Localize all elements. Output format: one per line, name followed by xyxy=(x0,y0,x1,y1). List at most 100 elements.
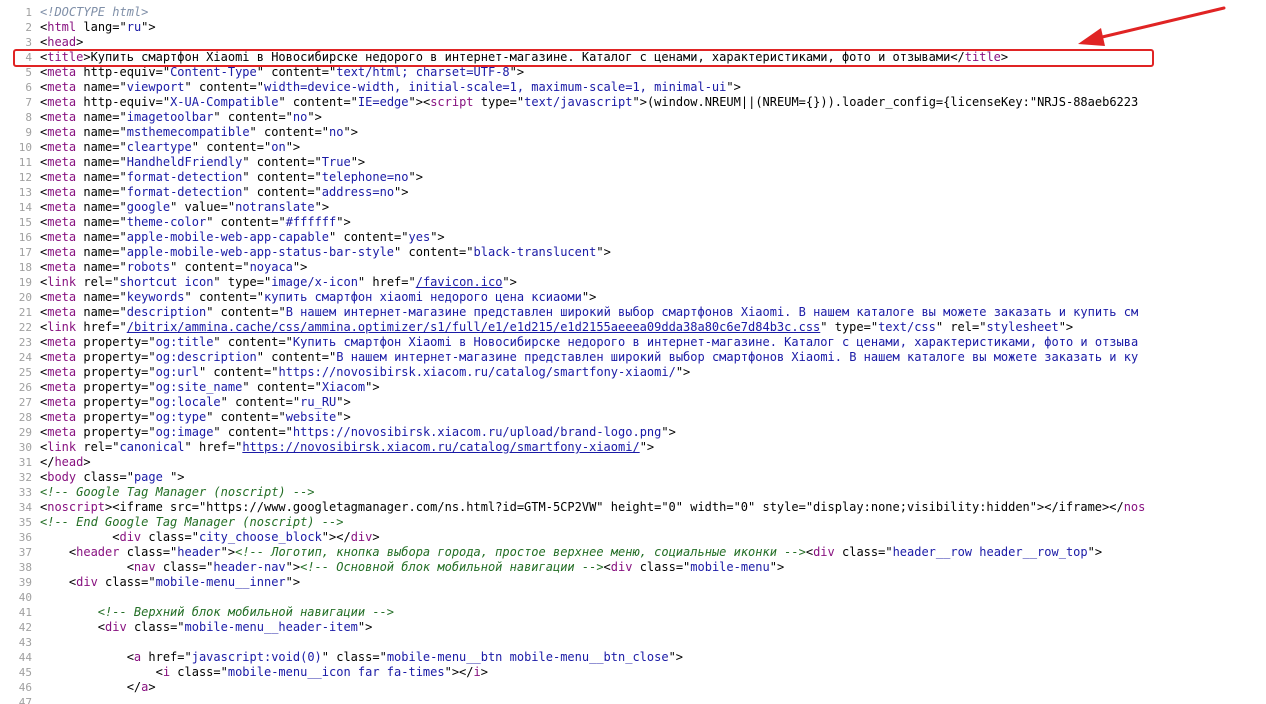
code-token: meta xyxy=(47,425,77,439)
code-line: 41 <!-- Верхний блок мобильной навигации… xyxy=(0,605,1266,620)
code-token: " content=" xyxy=(213,110,293,124)
code-content: <meta http-equiv="X-UA-Compatible" conte… xyxy=(40,95,1138,109)
code-token: noscript xyxy=(47,500,106,514)
code-line: 36 <div class="city_choose_block"></div> xyxy=(0,530,1266,545)
code-line: 8 <meta name="imagetoolbar" content="no"> xyxy=(0,110,1266,125)
code-token[interactable]: https://novosibirsk.xiacom.ru/catalog/sm… xyxy=(242,440,639,454)
code-token: < xyxy=(40,665,163,679)
code-line: 37 <header class="header"><!-- Логотип, … xyxy=(0,545,1266,560)
code-line: 21 <meta name="description" content="В на… xyxy=(0,305,1266,320)
line-number: 3 xyxy=(25,36,32,49)
code-token: meta xyxy=(47,185,77,199)
code-token: apple-mobile-web-app-capable xyxy=(126,230,330,244)
code-token: name=" xyxy=(76,140,127,154)
code-token[interactable]: /favicon.ico xyxy=(416,275,503,289)
code-line: 11 <meta name="HandheldFriendly" content=… xyxy=(0,155,1266,170)
code-token: name=" xyxy=(76,185,127,199)
code-token: < xyxy=(805,545,814,559)
code-token: rel=" xyxy=(76,275,120,289)
code-token: "> xyxy=(581,290,597,304)
code-content: <meta property="og:locale" content="ru_R… xyxy=(40,395,351,409)
code-token: theme-color xyxy=(126,215,207,229)
code-content: <!-- Верхний блок мобильной навигации --… xyxy=(40,605,394,619)
code-token: meta xyxy=(47,155,77,169)
code-token: div xyxy=(350,530,373,544)
code-token: no xyxy=(329,125,344,139)
code-token: "> xyxy=(336,410,351,424)
line-number: 41 xyxy=(18,606,32,619)
code-line: 46 </a> xyxy=(0,680,1266,695)
code-token: address=no xyxy=(321,185,395,199)
code-token: class=" xyxy=(632,560,691,574)
code-content: <meta name="format-detection" content="a… xyxy=(40,185,409,199)
line-number: 18 xyxy=(18,261,32,274)
code-token: mobile-menu__header-item xyxy=(184,620,358,634)
code-token: "> xyxy=(285,575,301,589)
code-token: http-equiv=" xyxy=(76,95,171,109)
code-token: meta xyxy=(47,365,77,379)
code-token: " content=" xyxy=(184,290,264,304)
code-line: 34 <noscript><iframe src="https://www.goo… xyxy=(0,500,1266,515)
code-token: > xyxy=(1000,50,1009,64)
code-token: property=" xyxy=(76,410,156,424)
line-number: 38 xyxy=(18,561,32,574)
code-token: Xiacom xyxy=(321,380,366,394)
code-token: < xyxy=(40,575,77,589)
code-token: > xyxy=(83,455,91,469)
code-token: meta xyxy=(47,410,77,424)
code-token: "> xyxy=(343,125,358,139)
code-token: href=" xyxy=(141,650,192,664)
code-token: meta xyxy=(47,230,77,244)
code-line: 6 <meta name="viewport" content="width=de… xyxy=(0,80,1266,95)
line-number: 39 xyxy=(18,576,32,589)
code-token[interactable]: /bitrix/ammina.cache/css/ammina.optimize… xyxy=(127,320,821,334)
line-number: 2 xyxy=(25,21,32,34)
code-token: X-UA-Compatible xyxy=(170,95,279,109)
code-token: class=" xyxy=(76,470,134,484)
code-token: "> xyxy=(292,260,308,274)
code-line: 15 <meta name="theme-color" content="#fff… xyxy=(0,215,1266,230)
code-token: "> xyxy=(336,395,351,409)
code-token: type=" xyxy=(473,95,525,109)
code-line: 19 <link rel="shortcut icon" type="image/… xyxy=(0,275,1266,290)
code-token: meta xyxy=(47,80,77,94)
code-token: name=" xyxy=(76,125,127,139)
code-token: <!-- Логотип, кнопка выбора города, прос… xyxy=(235,545,806,559)
code-line: 7 <meta http-equiv="X-UA-Compatible" cont… xyxy=(0,95,1266,110)
code-token: div xyxy=(813,545,835,559)
code-content: <title>Купить смартфон Xiaomi в Новосиби… xyxy=(40,50,1008,64)
code-line: 43 xyxy=(0,635,1266,650)
line-number: 10 xyxy=(18,141,32,154)
code-token: name=" xyxy=(76,305,127,319)
code-line: 47 xyxy=(0,695,1266,704)
code-token: " content=" xyxy=(329,230,409,244)
code-token: < xyxy=(40,560,134,574)
line-number: 34 xyxy=(18,501,32,514)
code-token: name=" xyxy=(76,215,127,229)
code-token: " content=" xyxy=(206,215,286,229)
code-content: </a> xyxy=(40,680,156,694)
code-token: <!-- End Google Tag Manager (noscript) -… xyxy=(40,515,344,529)
code-content: <!DOCTYPE html> xyxy=(40,5,148,19)
code-line: 16 <meta name="apple-mobile-web-app-capab… xyxy=(0,230,1266,245)
code-token: "> xyxy=(769,560,785,574)
code-content: <meta property="og:type" content="websit… xyxy=(40,410,351,424)
code-line: 12 <meta name="format-detection" content=… xyxy=(0,170,1266,185)
line-number: 4 xyxy=(25,51,32,64)
code-token: class=" xyxy=(126,620,185,634)
code-token: og:description xyxy=(155,350,257,364)
code-line: 33 <!-- Google Tag Manager (noscript) --> xyxy=(0,485,1266,500)
code-token: "> xyxy=(314,200,330,214)
code-token: ru xyxy=(126,20,142,34)
code-token: property=" xyxy=(76,395,156,409)
code-token: class=" xyxy=(834,545,893,559)
line-number: 20 xyxy=(18,291,32,304)
line-number: 12 xyxy=(18,171,32,184)
code-token: apple-mobile-web-app-status-bar-style xyxy=(126,245,395,259)
code-token: " content=" xyxy=(184,80,264,94)
line-number: 7 xyxy=(25,96,32,109)
code-token: "> xyxy=(285,560,301,574)
code-token: og:title xyxy=(155,335,214,349)
code-token: on xyxy=(271,140,286,154)
code-token: " content=" xyxy=(256,65,337,79)
